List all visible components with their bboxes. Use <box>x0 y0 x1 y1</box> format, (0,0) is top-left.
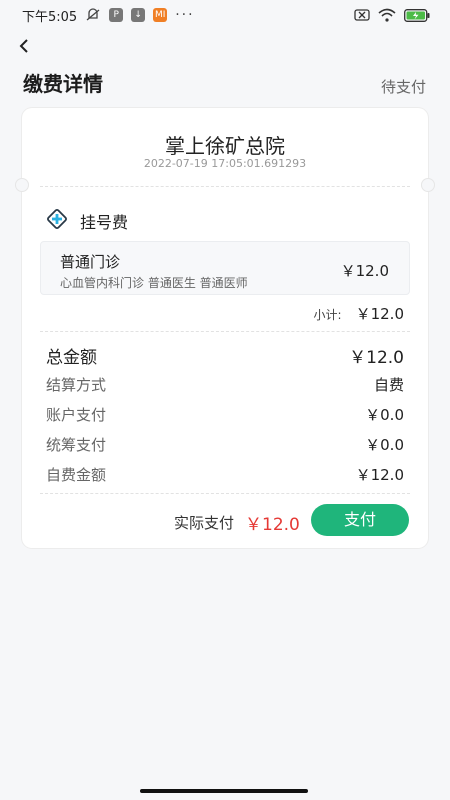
status-right <box>354 8 430 22</box>
summary-row-account: 账户支付 ￥0.0 <box>46 404 404 425</box>
sim-off-icon <box>354 9 370 21</box>
pay-button[interactable]: 支付 <box>311 504 409 536</box>
order-timestamp: 2022-07-19 17:05:01.691293 <box>143 157 307 170</box>
payment-status: 待支付 <box>380 78 426 96</box>
fee-section-header: 挂号费 <box>46 208 128 234</box>
subtotal: 小计: ￥12.0 <box>314 303 404 324</box>
fee-item: 普通门诊 心血管内科门诊 普通医生 普通医师 ￥12.0 <box>40 241 410 295</box>
wifi-icon <box>378 8 396 22</box>
summary-label: 自费金额 <box>46 466 107 484</box>
status-left: 下午5:05 P ↓ MI ··· <box>22 6 195 25</box>
medical-cross-icon <box>46 208 68 234</box>
divider <box>40 493 410 494</box>
status-bar: 下午5:05 P ↓ MI ··· <box>0 0 450 30</box>
status-time: 下午5:05 <box>22 9 78 25</box>
card-notch-left <box>15 178 29 192</box>
fee-item-price: ￥12.0 <box>340 262 389 280</box>
mi-icon: MI <box>153 8 168 22</box>
divider <box>40 331 410 332</box>
hospital-name: 掌上徐矿总院 <box>165 134 285 158</box>
battery-icon <box>404 8 430 22</box>
summary-value: ￥12.0 <box>349 348 404 368</box>
back-button[interactable] <box>12 34 36 58</box>
summary-row-total: 总金额 ￥12.0 <box>46 343 404 368</box>
actual-payment-label: 实际支付 <box>174 514 235 532</box>
fee-item-name: 普通门诊 <box>60 253 121 271</box>
summary-label: 总金额 <box>46 348 97 368</box>
payment-footer: 实际支付 ￥12.0 支付 <box>22 504 428 538</box>
subtotal-value: ￥12.0 <box>355 305 404 323</box>
home-indicator[interactable] <box>140 789 308 793</box>
divider <box>40 186 410 187</box>
summary-row-self-pay: 自费金额 ￥12.0 <box>46 464 404 485</box>
fee-section-title: 挂号费 <box>80 213 129 232</box>
summary-value: ￥0.0 <box>365 436 404 454</box>
summary-value: ￥0.0 <box>365 406 404 424</box>
summary-label: 统筹支付 <box>46 436 107 454</box>
summary-value: ￥12.0 <box>355 466 404 484</box>
summary-value: 自费 <box>373 376 404 394</box>
summary-label: 结算方式 <box>46 376 107 394</box>
subtotal-label: 小计: <box>313 308 342 322</box>
fee-item-description: 心血管内科门诊 普通医生 普通医师 <box>60 276 248 290</box>
payment-card: 掌上徐矿总院 2022-07-19 17:05:01.691293 挂号费 普通… <box>15 108 435 548</box>
summary-row-settlement: 结算方式 自费 <box>46 374 404 395</box>
summary-label: 账户支付 <box>46 406 107 424</box>
download-icon: ↓ <box>131 8 146 22</box>
actual-payment-value: ￥12.0 <box>245 515 300 535</box>
mute-icon <box>85 8 101 22</box>
summary-row-pooled: 统筹支付 ￥0.0 <box>46 434 404 455</box>
app-notification-icon: P <box>109 8 124 22</box>
page-title: 缴费详情 <box>23 72 103 96</box>
more-notifications-icon: ··· <box>175 7 195 23</box>
chevron-left-icon <box>19 39 28 53</box>
card-notch-right <box>421 178 435 192</box>
